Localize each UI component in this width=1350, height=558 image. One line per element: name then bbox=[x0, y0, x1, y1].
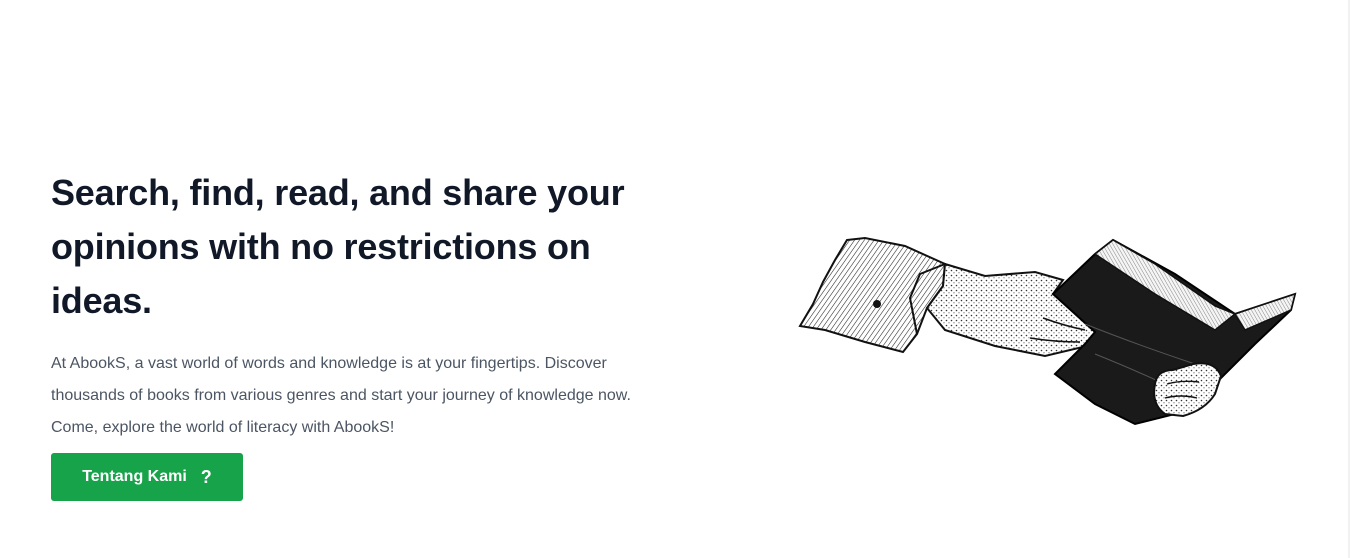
about-us-button[interactable]: Tentang Kami ? bbox=[51, 453, 243, 501]
sleeve-shape bbox=[798, 236, 947, 354]
hero-description: At AbookS, a vast world of words and kno… bbox=[51, 355, 631, 436]
about-us-button-label: Tentang Kami bbox=[82, 468, 187, 485]
hero-section: Search, find, read, and share your opini… bbox=[51, 166, 671, 444]
fingers-shape bbox=[1153, 362, 1223, 418]
question-mark-icon: ? bbox=[200, 466, 212, 487]
page: Search, find, read, and share your opini… bbox=[0, 0, 1350, 558]
hand-holding-book-illustration bbox=[798, 236, 1297, 426]
hero-title: Search, find, read, and share your opini… bbox=[51, 172, 625, 321]
